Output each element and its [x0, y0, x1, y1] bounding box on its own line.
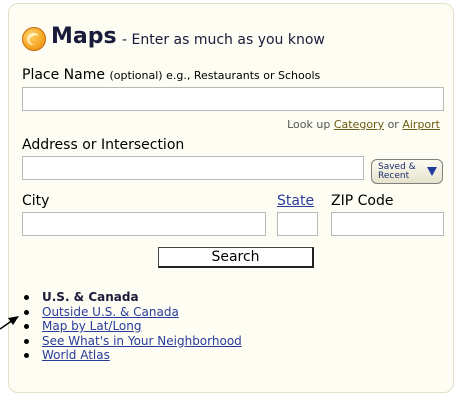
- city-label: City: [22, 193, 50, 209]
- place-name-label: Place Name (optional) e.g., Restaurants …: [22, 67, 320, 83]
- maps-subtitle: - Enter as much as you know: [122, 32, 325, 48]
- map-by-lat-long-link[interactable]: Map by Lat/Long: [42, 319, 142, 333]
- zip-label: ZIP Code: [331, 193, 394, 209]
- lookup-line: Look up Category or Airport: [287, 118, 440, 131]
- map-options-list: U.S. & Canada Outside U.S. & Canada Map …: [24, 290, 242, 363]
- pointer-arrow-icon: [0, 316, 19, 330]
- city-input[interactable]: [22, 212, 266, 236]
- saved-recent-line2: Recent: [378, 171, 410, 181]
- world-atlas-link[interactable]: World Atlas: [42, 348, 110, 362]
- place-name-input[interactable]: [22, 87, 444, 111]
- us-canada-option: U.S. & Canada: [42, 290, 139, 304]
- list-item: U.S. & Canada: [24, 290, 242, 305]
- list-item: Map by Lat/Long: [24, 319, 242, 334]
- outside-us-canada-link[interactable]: Outside U.S. & Canada: [42, 305, 179, 319]
- place-name-label-text: Place Name: [22, 67, 105, 83]
- list-item: See What's in Your Neighborhood: [24, 334, 242, 349]
- category-link[interactable]: Category: [334, 118, 384, 131]
- lookup-or: or: [387, 118, 399, 131]
- search-button[interactable]: Search: [158, 247, 314, 268]
- state-link[interactable]: State: [277, 193, 314, 209]
- saved-recent-button[interactable]: Saved & Recent: [371, 159, 443, 184]
- airport-link[interactable]: Airport: [402, 118, 440, 131]
- lookup-prefix: Look up: [287, 118, 331, 131]
- list-item: World Atlas: [24, 348, 242, 363]
- list-item: Outside U.S. & Canada: [24, 305, 242, 320]
- zip-input[interactable]: [331, 212, 444, 236]
- address-input[interactable]: [22, 156, 364, 180]
- maps-title: Maps: [51, 24, 117, 49]
- dropdown-arrow-icon: [427, 167, 437, 176]
- address-label: Address or Intersection: [22, 137, 185, 153]
- maps-logo-icon: [22, 27, 46, 51]
- place-name-hint: (optional) e.g., Restaurants or Schools: [109, 69, 321, 82]
- state-input[interactable]: [277, 212, 318, 236]
- neighborhood-link[interactable]: See What's in Your Neighborhood: [42, 334, 242, 348]
